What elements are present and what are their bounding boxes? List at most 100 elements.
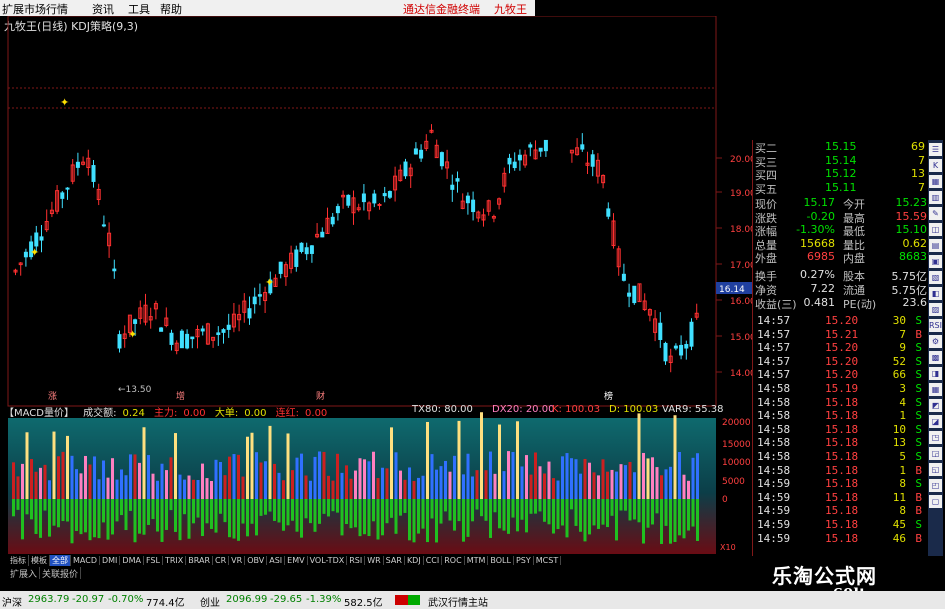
candle-body — [257, 294, 262, 297]
macd-bar — [534, 499, 537, 514]
site-name[interactable]: 武汉行情主站 — [428, 594, 488, 609]
menu-bar: 扩展市场行情 资讯 工具 帮助 通达信金融终端 九牧王 — [0, 0, 535, 16]
indicator-tab[interactable]: 全部 — [50, 555, 71, 566]
indicator-name[interactable]: 【MACD量价】 — [4, 408, 74, 419]
indicator-tab[interactable]: EMV — [285, 556, 308, 565]
tick-time: 14:59 — [757, 490, 791, 504]
menu-item-ext-market[interactable]: 扩展市场行情 — [2, 1, 68, 17]
side-tool-icon[interactable]: K — [929, 159, 942, 172]
indicator-tab[interactable]: 模板 — [29, 555, 50, 566]
side-tool-icon[interactable]: ◰ — [929, 479, 942, 492]
candle-body — [278, 261, 283, 274]
event-marker: 榜 — [604, 390, 613, 402]
macd-bar — [358, 499, 362, 537]
sh-label[interactable]: 沪深 — [2, 594, 22, 609]
volume-bar — [106, 477, 110, 499]
indicator-tab[interactable]: CCI — [424, 556, 443, 565]
side-tool-icon[interactable]: ▤ — [929, 239, 942, 252]
side-tool-icon[interactable]: ▧ — [929, 271, 942, 284]
candle-body — [320, 231, 325, 238]
side-tool-icon[interactable]: ◱ — [929, 463, 942, 476]
indicator-tab[interactable]: DMI — [100, 556, 121, 565]
quote-value: 15.14 — [825, 153, 857, 167]
volume-bar — [511, 451, 515, 499]
macd-bar — [426, 499, 429, 543]
side-tool-icon[interactable]: ◪ — [929, 415, 942, 428]
indicator-tabs: 指标 模板 全部 MACD DMI DMA FSL TRIX BRAR CR VR OBV ASI EMV… — [8, 555, 718, 567]
side-tool-icon[interactable]: ◨ — [929, 367, 942, 380]
indicator-tab[interactable]: ROC — [442, 556, 465, 565]
side-tool-icon[interactable]: ▣ — [929, 255, 942, 268]
ad-link-stock[interactable]: 九牧王 — [494, 1, 527, 17]
indicator-tab[interactable]: BOLL — [488, 556, 514, 565]
indicator-tab[interactable]: DMA — [120, 556, 144, 565]
kline-chart[interactable]: ←13.50 涨 增 财 榜 ✦ ✦ ✦ ✦ 20.00 19.00 18.00 17.00 16.00… — [0, 16, 752, 556]
cy-label[interactable]: 创业 — [200, 594, 220, 609]
tick-side: S — [915, 518, 922, 531]
quote-label: 买五 — [755, 182, 777, 196]
macd-bar — [259, 499, 263, 516]
candle-body — [512, 161, 517, 169]
side-tool-icon[interactable]: ▢ — [929, 495, 942, 508]
indicator-tab[interactable]: TRIX — [163, 556, 187, 565]
volume-bar — [367, 461, 371, 499]
tick-side: S — [915, 382, 922, 395]
tick-row: 14:59 15.18 11 B — [757, 491, 922, 505]
side-tool-icon[interactable]: RSI — [929, 319, 942, 332]
menu-item-help[interactable]: 帮助 — [160, 1, 182, 17]
side-tool-icon[interactable]: ✎ — [929, 207, 942, 220]
bottom-tab[interactable]: 扩展入 — [8, 567, 41, 579]
indicator-tab[interactable]: BRAR — [186, 556, 214, 565]
indicator-tab[interactable]: MACD — [71, 556, 100, 565]
volume-bar — [277, 472, 281, 499]
side-tool-icon[interactable]: ⚙ — [929, 335, 942, 348]
volume-bar — [489, 451, 492, 499]
indicator-tab[interactable]: CR — [213, 556, 230, 565]
indicator-tab[interactable]: MTM — [465, 556, 489, 565]
fundamental-row: 净资 7.22 流通 5.75亿 — [755, 282, 927, 297]
side-tool-icon[interactable]: ▦ — [929, 383, 942, 396]
indicator-tab[interactable]: OBV — [245, 556, 268, 565]
indicator-tab[interactable]: 指标 — [8, 555, 29, 566]
side-tool-icon[interactable]: ☰ — [929, 143, 942, 156]
tick-price: 15.18 — [825, 518, 859, 531]
volume-bar — [273, 463, 276, 499]
side-tool-icon[interactable]: ▩ — [929, 351, 942, 364]
side-tool-icon[interactable]: ◳ — [929, 431, 942, 444]
side-tool-icon[interactable]: ◲ — [929, 447, 942, 460]
volume-bar — [345, 465, 348, 499]
lianhong-label: 连红: — [275, 408, 300, 419]
dadan-value: 0.00 — [244, 408, 267, 419]
side-tool-icon[interactable]: ◫ — [929, 223, 942, 236]
indicator-tab[interactable]: ASI — [267, 556, 286, 565]
ad-link-terminal[interactable]: 通达信金融终端 — [403, 1, 480, 17]
indicator-tab[interactable]: KDJ — [405, 556, 424, 565]
volume-tick-label: 10000 — [722, 458, 751, 468]
indicator-tab[interactable]: VOL-TDX — [308, 556, 348, 565]
indicator-tab[interactable]: RSI — [347, 556, 366, 565]
macd-bar — [246, 499, 249, 537]
indicator-tab[interactable]: SAR — [384, 556, 405, 565]
indicator-tab[interactable]: MCST — [534, 556, 562, 565]
indicator-tab[interactable]: FSL — [144, 556, 163, 565]
side-tool-icon[interactable]: ◧ — [929, 287, 942, 300]
side-tool-icon[interactable]: ▥ — [929, 191, 942, 204]
side-tool-icon[interactable]: ◩ — [929, 399, 942, 412]
side-tool-icon[interactable]: ▨ — [929, 303, 942, 316]
price-tick-label: 14.00 — [730, 369, 752, 379]
bottom-tab[interactable]: 关联报价 — [40, 567, 82, 579]
fund-label: PE(动) — [843, 298, 877, 311]
candle-body — [507, 157, 512, 165]
indicator-tab[interactable]: WR — [365, 556, 384, 565]
volume-bar — [268, 425, 272, 499]
indicator-tab[interactable]: VR — [229, 556, 246, 565]
quote-value: 15.15 — [825, 140, 857, 153]
menu-item-tools[interactable]: 工具 — [128, 1, 150, 17]
side-tool-icon[interactable]: ▦ — [929, 175, 942, 188]
volume-bar — [336, 453, 339, 499]
menu-item-info[interactable]: 资讯 — [92, 1, 114, 17]
tick-time: 14:58 — [757, 450, 791, 463]
indicator-tab[interactable]: PSY — [514, 556, 534, 565]
volume-bar — [583, 458, 587, 499]
volume-bar — [457, 420, 461, 499]
